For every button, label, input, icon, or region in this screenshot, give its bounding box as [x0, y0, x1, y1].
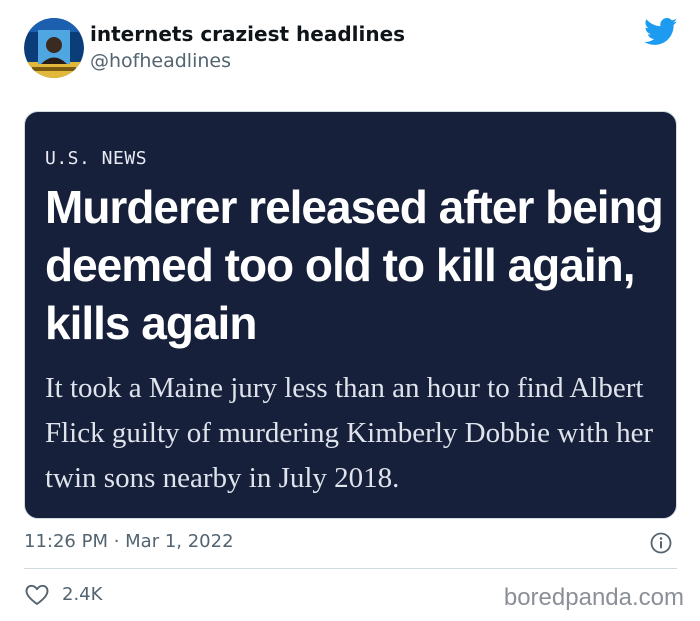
avatar-image — [24, 18, 84, 78]
avatar[interactable] — [24, 18, 84, 78]
card-kicker: U.S. NEWS — [45, 148, 148, 169]
card-summary: It took a Maine jury less than an hour t… — [45, 372, 654, 494]
like-button[interactable]: 2.4K — [24, 582, 114, 608]
like-count: 2.4K — [62, 584, 103, 605]
twitter-bird-icon[interactable] — [644, 18, 678, 46]
info-icon[interactable] — [650, 532, 672, 554]
tweet: internets craziest headlines @hofheadlin… — [0, 0, 700, 621]
divider — [24, 568, 677, 569]
card-headline: Murderer released after being deemed too… — [45, 181, 664, 349]
heart-icon — [25, 584, 49, 605]
handle[interactable]: @hofheadlines — [90, 50, 231, 72]
display-name[interactable]: internets craziest headlines — [90, 22, 405, 46]
timestamp[interactable]: 11:26 PM · Mar 1, 2022 — [24, 531, 234, 552]
watermark: boredpanda.com — [503, 584, 684, 611]
link-card[interactable]: U.S. NEWS Murderer released after being … — [24, 111, 677, 519]
